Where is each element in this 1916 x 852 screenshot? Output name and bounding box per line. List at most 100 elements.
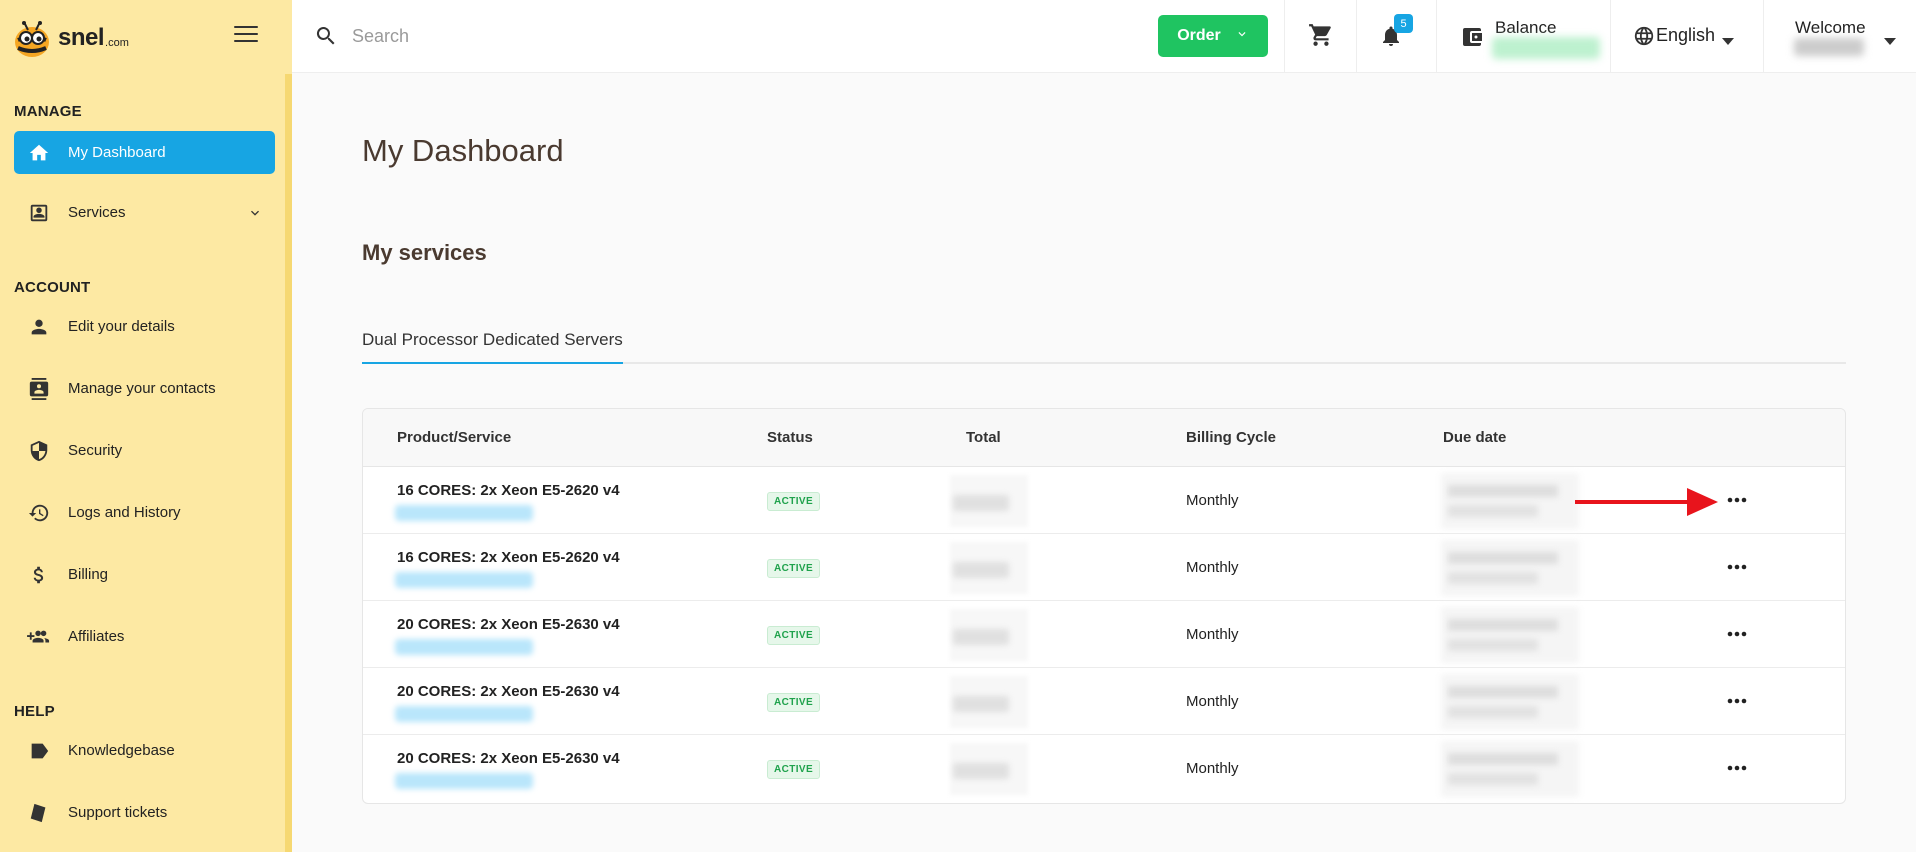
more-actions-icon[interactable] [1721, 619, 1753, 649]
sidebar-item-my-dashboard[interactable]: My Dashboard [14, 131, 275, 174]
column-header[interactable]: Billing Cycle [1186, 429, 1276, 446]
due-date-redacted [1448, 552, 1558, 564]
sidebar-item-label: Services [68, 204, 126, 221]
sidebar-item-knowledgebase[interactable]: Knowledgebase [14, 729, 275, 772]
caret-down-icon[interactable] [1884, 33, 1896, 51]
status-badge: ACTIVE [767, 559, 821, 578]
top-header: Order 5 Balance English Welcome [292, 0, 1916, 73]
sidebar-item-label: Knowledgebase [68, 742, 175, 759]
table-row[interactable]: 20 CORES: 2x Xeon E5-2630 v4 ACTIVE Mont… [363, 668, 1845, 735]
billing-cycle: Monthly [1186, 626, 1239, 643]
bee-logo-icon [10, 16, 54, 60]
sidebar-item-billing[interactable]: Billing [14, 553, 275, 596]
column-header[interactable]: Due date [1443, 429, 1506, 446]
sidebar-item-label: Billing [68, 566, 109, 583]
sidebar-item-label: Edit your details [68, 318, 175, 335]
table-row[interactable]: 20 CORES: 2x Xeon E5-2630 v4 ACTIVE Mont… [363, 735, 1845, 802]
search-input[interactable] [352, 22, 912, 50]
sidebar-item-security[interactable]: Security [14, 429, 275, 472]
username-redacted [1794, 38, 1864, 56]
brand-suffix: .com [105, 37, 129, 49]
total-redacted [953, 763, 1009, 779]
due-date-redacted-bg [1441, 674, 1579, 730]
dollar-icon [19, 564, 59, 586]
billing-cycle: Monthly [1186, 693, 1239, 710]
due-date-redacted [1448, 572, 1538, 584]
header-divider [1436, 0, 1437, 73]
more-actions-icon[interactable] [1721, 552, 1753, 582]
product-name[interactable]: 20 CORES: 2x Xeon E5-2630 v4 [397, 616, 620, 633]
person-icon [19, 316, 59, 338]
shield-icon [19, 440, 59, 462]
sidebar-item-edit-details[interactable]: Edit your details [14, 305, 275, 348]
total-redacted [953, 495, 1009, 511]
column-header[interactable]: Total [966, 429, 1001, 446]
sidebar-scrollbar[interactable] [285, 74, 292, 852]
due-date-redacted-bg [1441, 540, 1579, 596]
total-redacted [953, 629, 1009, 645]
due-date-redacted [1448, 505, 1538, 517]
header-divider [1284, 0, 1285, 73]
product-name[interactable]: 16 CORES: 2x Xeon E5-2620 v4 [397, 482, 620, 499]
group-add-icon [19, 626, 59, 648]
domain-redacted [395, 639, 533, 655]
domain-redacted [395, 773, 533, 789]
chevron-down-icon[interactable] [247, 205, 263, 226]
product-name[interactable]: 16 CORES: 2x Xeon E5-2620 v4 [397, 549, 620, 566]
globe-icon[interactable] [1633, 25, 1655, 52]
billing-cycle: Monthly [1186, 559, 1239, 576]
order-button-label: Order [1177, 27, 1221, 44]
sidebar: snel .com MANAGE My Dashboard Services A… [0, 0, 292, 852]
table-row[interactable]: 16 CORES: 2x Xeon E5-2620 v4 ACTIVE Mont… [363, 534, 1845, 601]
service-tabs: Dual Processor Dedicated Servers [362, 330, 1846, 364]
label-icon [19, 740, 59, 762]
sidebar-item-manage-contacts[interactable]: Manage your contacts [14, 367, 275, 410]
sidebar-item-support-tickets[interactable]: Support tickets [14, 791, 275, 834]
caret-down-icon[interactable] [1722, 33, 1734, 51]
due-date-redacted [1448, 773, 1538, 785]
user-menu[interactable]: Welcome [1795, 18, 1866, 38]
search-icon[interactable] [314, 24, 338, 53]
account-box-icon [19, 202, 59, 224]
sidebar-item-label: My Dashboard [68, 144, 166, 161]
section-title-help: HELP [14, 703, 55, 720]
total-redacted [953, 562, 1009, 578]
due-date-redacted-bg [1441, 473, 1579, 529]
sidebar-item-affiliates[interactable]: Affiliates [14, 615, 275, 658]
language-selector[interactable]: English [1656, 25, 1715, 46]
status-badge: ACTIVE [767, 693, 821, 712]
sidebar-item-services[interactable]: Services [14, 191, 275, 234]
billing-cycle: Monthly [1186, 760, 1239, 777]
column-header[interactable]: Status [767, 429, 813, 446]
notification-count-badge: 5 [1394, 14, 1413, 33]
cart-icon[interactable] [1308, 22, 1334, 53]
page-title: My Dashboard [362, 133, 564, 168]
table-header: Product/Service Status Total Billing Cyc… [363, 409, 1845, 467]
annotation-arrow-icon [1575, 488, 1718, 516]
column-header[interactable]: Product/Service [397, 429, 511, 446]
status-badge: ACTIVE [767, 760, 821, 779]
contacts-icon [19, 377, 59, 400]
table-row[interactable]: 20 CORES: 2x Xeon E5-2630 v4 ACTIVE Mont… [363, 601, 1845, 668]
product-name[interactable]: 20 CORES: 2x Xeon E5-2630 v4 [397, 750, 620, 767]
total-redacted [953, 696, 1009, 712]
sidebar-item-label: Security [68, 442, 123, 459]
services-table: Product/Service Status Total Billing Cyc… [362, 408, 1846, 804]
section-title-account: ACCOUNT [14, 279, 91, 296]
balance-value-redacted [1492, 37, 1600, 59]
brand-logo[interactable]: snel .com [10, 14, 129, 62]
domain-redacted [395, 706, 533, 722]
sidebar-item-logs-history[interactable]: Logs and History [14, 491, 275, 534]
order-button[interactable]: Order [1158, 15, 1268, 57]
tab-dual-processor-dedicated-servers[interactable]: Dual Processor Dedicated Servers [362, 330, 623, 364]
product-name[interactable]: 20 CORES: 2x Xeon E5-2630 v4 [397, 683, 620, 700]
sidebar-item-label: Manage your contacts [68, 380, 216, 397]
domain-redacted [395, 572, 533, 588]
more-actions-icon[interactable] [1721, 686, 1753, 716]
menu-toggle-icon[interactable] [234, 26, 258, 46]
wallet-icon [1460, 25, 1484, 54]
more-actions-icon[interactable] [1721, 485, 1753, 515]
brand-name: snel [58, 24, 105, 51]
more-actions-icon[interactable] [1721, 753, 1753, 783]
services-heading: My services [362, 240, 487, 265]
